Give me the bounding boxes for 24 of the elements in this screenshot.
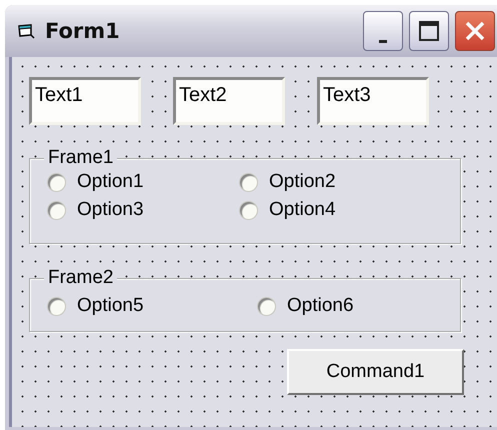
radio-button[interactable] <box>48 298 65 314</box>
text-field[interactable]: Text3 <box>317 77 429 125</box>
close-icon <box>464 20 486 42</box>
option-label: Option1 <box>77 171 144 193</box>
text-field[interactable]: Text2 <box>173 77 285 125</box>
option-label: Option2 <box>269 171 336 193</box>
radio-button[interactable] <box>240 202 257 218</box>
option-label: Option4 <box>269 199 336 221</box>
minimize-button[interactable] <box>363 11 403 51</box>
form-icon <box>17 23 37 39</box>
text-field[interactable]: Text1 <box>29 77 141 125</box>
minimize-icon <box>379 40 387 43</box>
option-label: Option3 <box>77 199 144 221</box>
radio-button[interactable] <box>240 174 257 190</box>
option-label: Option5 <box>77 295 144 317</box>
window-title: Form1 <box>45 19 120 43</box>
radio-button[interactable] <box>48 174 65 190</box>
maximize-icon <box>418 20 440 42</box>
command-button[interactable]: Command1 <box>287 349 464 395</box>
maximize-button[interactable] <box>409 11 449 51</box>
radio-button[interactable] <box>258 298 275 314</box>
close-button[interactable] <box>455 11 495 51</box>
option-label: Option6 <box>287 295 354 317</box>
radio-button[interactable] <box>48 202 65 218</box>
